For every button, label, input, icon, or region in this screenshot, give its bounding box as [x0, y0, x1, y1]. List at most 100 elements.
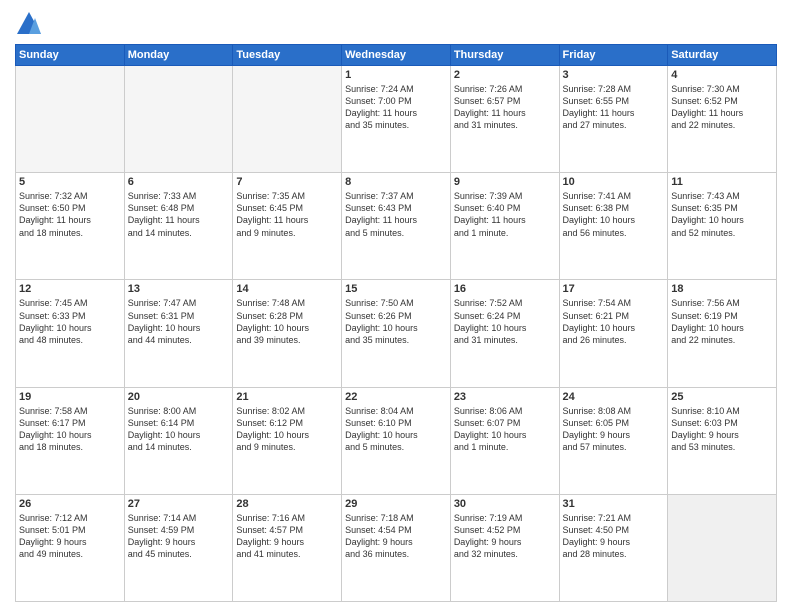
- day-info: Sunrise: 7:18 AM Sunset: 4:54 PM Dayligh…: [345, 512, 447, 561]
- day-info: Sunrise: 7:19 AM Sunset: 4:52 PM Dayligh…: [454, 512, 556, 561]
- day-info: Sunrise: 7:14 AM Sunset: 4:59 PM Dayligh…: [128, 512, 230, 561]
- day-number: 9: [454, 176, 556, 188]
- day-number: 23: [454, 391, 556, 403]
- day-number: 25: [671, 391, 773, 403]
- logo-icon: [15, 10, 43, 38]
- day-number: 15: [345, 283, 447, 295]
- calendar-cell: 27Sunrise: 7:14 AM Sunset: 4:59 PM Dayli…: [124, 494, 233, 601]
- day-number: 20: [128, 391, 230, 403]
- calendar-cell: 30 Sunrise: 7:19 AM Sunset: 4:52 PM Dayli…: [450, 494, 559, 601]
- calendar-cell: 6 Sunrise: 7:33 AM Sunset: 6:48 PM Daylig…: [124, 173, 233, 280]
- day-number: 17: [563, 283, 665, 295]
- header: [15, 10, 777, 38]
- day-info: Sunrise: 7:33 AM Sunset: 6:48 PM Dayligh…: [128, 190, 230, 239]
- calendar-cell: 21Sunrise: 8:02 AM Sunset: 6:12 PM Dayli…: [233, 387, 342, 494]
- logo: [15, 10, 47, 38]
- calendar-cell: 2 Sunrise: 7:26 AM Sunset: 6:57 PM Daylig…: [450, 66, 559, 173]
- page: SundayMondayTuesdayWednesdayThursdayFrid…: [0, 0, 792, 612]
- calendar-cell: 7 Sunrise: 7:35 AM Sunset: 6:45 PM Daylig…: [233, 173, 342, 280]
- day-info: Sunrise: 8:02 AM Sunset: 6:12 PM Dayligh…: [236, 405, 338, 454]
- day-number: 2: [454, 69, 556, 81]
- day-info: Sunrise: 7:35 AM Sunset: 6:45 PM Dayligh…: [236, 190, 338, 239]
- calendar-cell: [124, 66, 233, 173]
- calendar-cell: 14 Sunrise: 7:48 AM Sunset: 6:28 PM Dayli…: [233, 280, 342, 387]
- day-number: 24: [563, 391, 665, 403]
- calendar-cell: 24 Sunrise: 8:08 AM Sunset: 6:05 PM Dayli…: [559, 387, 668, 494]
- weekday-header-row: SundayMondayTuesdayWednesdayThursdayFrid…: [16, 45, 777, 66]
- weekday-sunday: Sunday: [16, 45, 125, 66]
- day-number: 30: [454, 498, 556, 510]
- day-number: 14: [236, 283, 338, 295]
- day-info: Sunrise: 7:50 AM Sunset: 6:26 PM Dayligh…: [345, 297, 447, 346]
- day-info: Sunrise: 8:08 AM Sunset: 6:05 PM Dayligh…: [563, 405, 665, 454]
- day-number: 28: [236, 498, 338, 510]
- day-info: Sunrise: 7:39 AM Sunset: 6:40 PM Dayligh…: [454, 190, 556, 239]
- week-row-1: 1 Sunrise: 7:24 AM Sunset: 7:00 PM Daylig…: [16, 66, 777, 173]
- day-info: Sunrise: 7:47 AM Sunset: 6:31 PM Dayligh…: [128, 297, 230, 346]
- day-number: 5: [19, 176, 121, 188]
- day-number: 4: [671, 69, 773, 81]
- day-number: 29: [345, 498, 447, 510]
- day-info: Sunrise: 7:45 AM Sunset: 6:33 PM Dayligh…: [19, 297, 121, 346]
- calendar-cell: 3 Sunrise: 7:28 AM Sunset: 6:55 PM Daylig…: [559, 66, 668, 173]
- day-info: Sunrise: 7:32 AM Sunset: 6:50 PM Dayligh…: [19, 190, 121, 239]
- day-number: 7: [236, 176, 338, 188]
- calendar-cell: 23 Sunrise: 8:06 AM Sunset: 6:07 PM Dayli…: [450, 387, 559, 494]
- day-number: 31: [563, 498, 665, 510]
- day-info: Sunrise: 7:12 AM Sunset: 5:01 PM Dayligh…: [19, 512, 121, 561]
- day-info: Sunrise: 7:24 AM Sunset: 7:00 PM Dayligh…: [345, 83, 447, 132]
- calendar-cell: 19Sunrise: 7:58 AM Sunset: 6:17 PM Dayli…: [16, 387, 125, 494]
- day-info: Sunrise: 7:21 AM Sunset: 4:50 PM Dayligh…: [563, 512, 665, 561]
- day-number: 10: [563, 176, 665, 188]
- day-info: Sunrise: 7:28 AM Sunset: 6:55 PM Dayligh…: [563, 83, 665, 132]
- day-info: Sunrise: 7:48 AM Sunset: 6:28 PM Dayligh…: [236, 297, 338, 346]
- calendar-cell: 26 Sunrise: 7:12 AM Sunset: 5:01 PM Dayli…: [16, 494, 125, 601]
- day-info: Sunrise: 7:41 AM Sunset: 6:38 PM Dayligh…: [563, 190, 665, 239]
- calendar-cell: 13 Sunrise: 7:47 AM Sunset: 6:31 PM Dayli…: [124, 280, 233, 387]
- day-number: 19: [19, 391, 121, 403]
- day-number: 3: [563, 69, 665, 81]
- day-number: 12: [19, 283, 121, 295]
- calendar-cell: 1 Sunrise: 7:24 AM Sunset: 7:00 PM Daylig…: [342, 66, 451, 173]
- week-row-3: 12 Sunrise: 7:45 AM Sunset: 6:33 PM Dayli…: [16, 280, 777, 387]
- calendar-cell: 11 Sunrise: 7:43 AM Sunset: 6:35 PM Dayli…: [668, 173, 777, 280]
- day-number: 26: [19, 498, 121, 510]
- calendar-cell: 17 Sunrise: 7:54 AM Sunset: 6:21 PM Dayli…: [559, 280, 668, 387]
- day-info: Sunrise: 7:43 AM Sunset: 6:35 PM Dayligh…: [671, 190, 773, 239]
- calendar-cell: 4Sunrise: 7:30 AM Sunset: 6:52 PM Daylig…: [668, 66, 777, 173]
- calendar-cell: 8Sunrise: 7:37 AM Sunset: 6:43 PM Daylig…: [342, 173, 451, 280]
- calendar-cell: 10 Sunrise: 7:41 AM Sunset: 6:38 PM Dayli…: [559, 173, 668, 280]
- calendar-cell: [16, 66, 125, 173]
- calendar-cell: 20Sunrise: 8:00 AM Sunset: 6:14 PM Dayli…: [124, 387, 233, 494]
- calendar-cell: 9 Sunrise: 7:39 AM Sunset: 6:40 PM Daylig…: [450, 173, 559, 280]
- day-number: 6: [128, 176, 230, 188]
- weekday-friday: Friday: [559, 45, 668, 66]
- day-number: 8: [345, 176, 447, 188]
- calendar-cell: [668, 494, 777, 601]
- day-number: 22: [345, 391, 447, 403]
- day-info: Sunrise: 7:56 AM Sunset: 6:19 PM Dayligh…: [671, 297, 773, 346]
- week-row-2: 5 Sunrise: 7:32 AM Sunset: 6:50 PM Daylig…: [16, 173, 777, 280]
- day-info: Sunrise: 8:10 AM Sunset: 6:03 PM Dayligh…: [671, 405, 773, 454]
- calendar-cell: 15 Sunrise: 7:50 AM Sunset: 6:26 PM Dayli…: [342, 280, 451, 387]
- calendar-cell: 28Sunrise: 7:16 AM Sunset: 4:57 PM Dayli…: [233, 494, 342, 601]
- calendar-cell: 18Sunrise: 7:56 AM Sunset: 6:19 PM Dayli…: [668, 280, 777, 387]
- day-info: Sunrise: 7:26 AM Sunset: 6:57 PM Dayligh…: [454, 83, 556, 132]
- day-number: 13: [128, 283, 230, 295]
- weekday-tuesday: Tuesday: [233, 45, 342, 66]
- calendar-cell: 29 Sunrise: 7:18 AM Sunset: 4:54 PM Dayli…: [342, 494, 451, 601]
- weekday-wednesday: Wednesday: [342, 45, 451, 66]
- calendar-cell: 16Sunrise: 7:52 AM Sunset: 6:24 PM Dayli…: [450, 280, 559, 387]
- weekday-saturday: Saturday: [668, 45, 777, 66]
- day-number: 11: [671, 176, 773, 188]
- day-info: Sunrise: 8:06 AM Sunset: 6:07 PM Dayligh…: [454, 405, 556, 454]
- calendar-cell: [233, 66, 342, 173]
- week-row-5: 26 Sunrise: 7:12 AM Sunset: 5:01 PM Dayli…: [16, 494, 777, 601]
- day-info: Sunrise: 7:54 AM Sunset: 6:21 PM Dayligh…: [563, 297, 665, 346]
- weekday-thursday: Thursday: [450, 45, 559, 66]
- day-number: 1: [345, 69, 447, 81]
- weekday-monday: Monday: [124, 45, 233, 66]
- day-number: 16: [454, 283, 556, 295]
- week-row-4: 19Sunrise: 7:58 AM Sunset: 6:17 PM Dayli…: [16, 387, 777, 494]
- day-info: Sunrise: 8:04 AM Sunset: 6:10 PM Dayligh…: [345, 405, 447, 454]
